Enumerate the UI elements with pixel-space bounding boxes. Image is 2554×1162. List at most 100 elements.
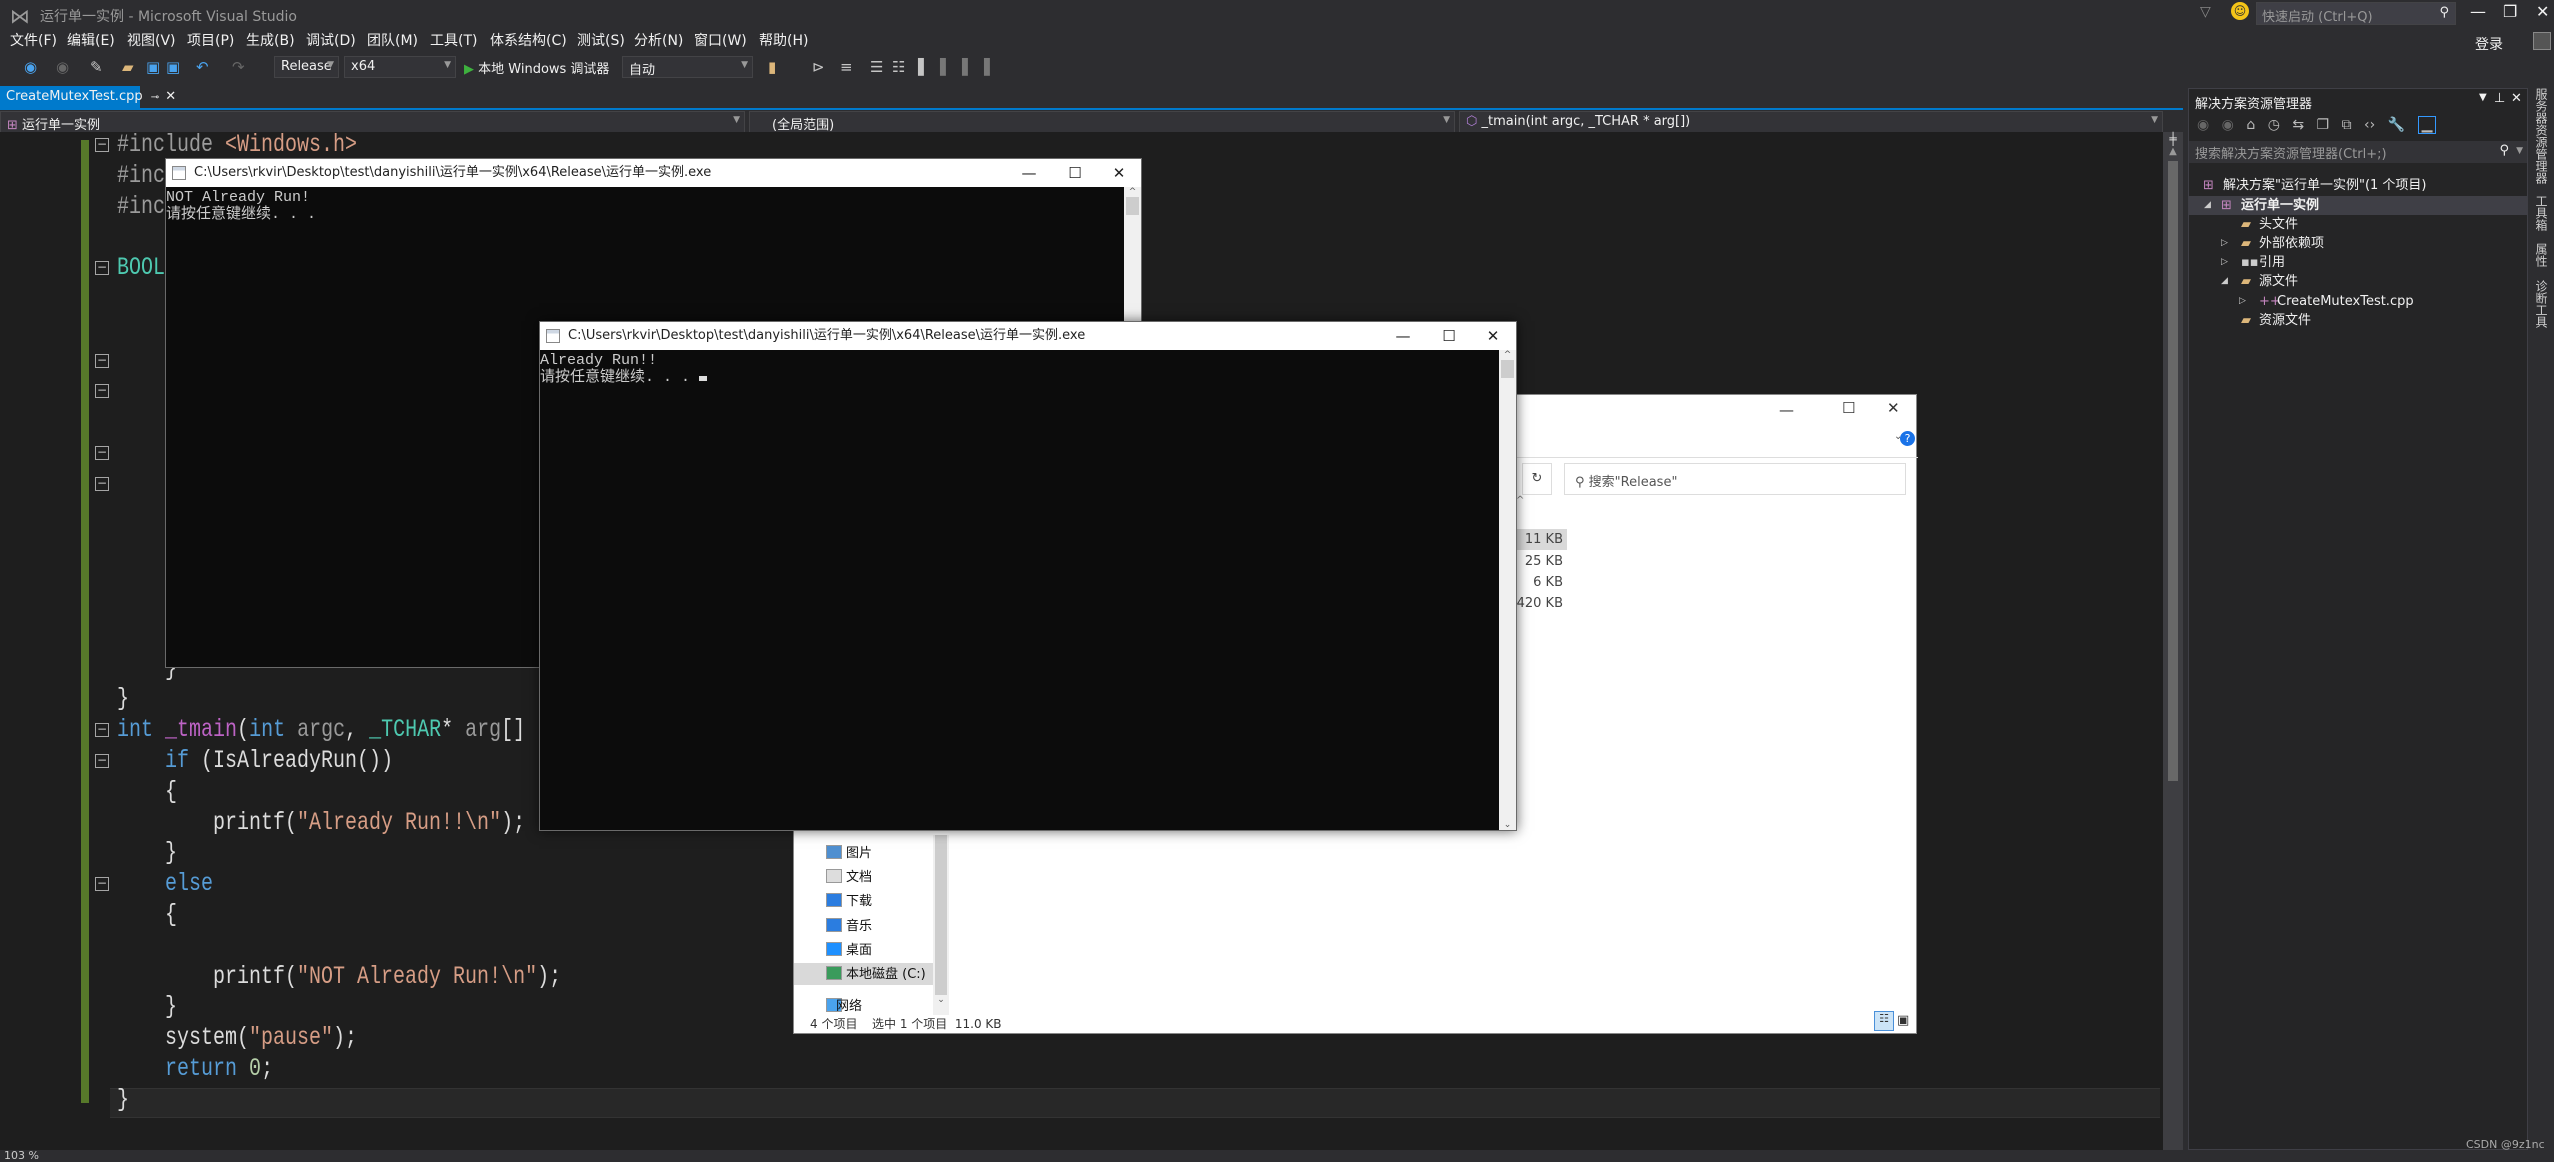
- nav-item-1[interactable]: 文档: [846, 866, 872, 885]
- console-scrollbar[interactable]: ^ ⌄: [1499, 350, 1516, 830]
- zoom-level[interactable]: 103 %: [4, 1149, 39, 1162]
- scroll-thumb[interactable]: [2168, 161, 2178, 781]
- undo-icon[interactable]: ↶: [196, 58, 209, 76]
- forward-icon[interactable]: ◉: [56, 58, 69, 76]
- platform-dropdown[interactable]: x64 ▼: [344, 56, 456, 78]
- show-all-files-icon[interactable]: ⧉: [2342, 117, 2352, 133]
- minimize-button[interactable]: —: [2470, 2, 2486, 21]
- help-icon[interactable]: ?: [1900, 431, 1915, 446]
- menu-item-2[interactable]: 视图(V): [127, 30, 176, 50]
- menu-item-7[interactable]: 工具(T): [430, 30, 477, 50]
- console-minimize-button[interactable]: —: [1006, 159, 1052, 187]
- fold-toggle-icon[interactable]: −: [95, 138, 109, 152]
- menu-item-4[interactable]: 生成(B): [246, 30, 295, 50]
- explorer-minimize-button[interactable]: —: [1779, 401, 1794, 419]
- menu-item-9[interactable]: 测试(S): [577, 30, 625, 50]
- tab-createmutextest-cpp[interactable]: CreateMutexTest.cpp ⊸ ✕: [0, 86, 176, 109]
- scroll-thumb[interactable]: [1501, 360, 1514, 378]
- tree-item-label[interactable]: 引用: [2259, 253, 2285, 272]
- avatar[interactable]: [2533, 32, 2551, 50]
- quick-launch-input[interactable]: 快速启动 (Ctrl+Q) ⚲: [2256, 2, 2456, 25]
- side-tab-3[interactable]: 诊断工具: [2534, 280, 2550, 328]
- save-all-icon[interactable]: ▣: [166, 58, 180, 76]
- scroll-up-icon[interactable]: ▲: [2163, 146, 2183, 157]
- comment-icon[interactable]: ☰: [870, 58, 883, 76]
- refresh-button[interactable]: ↻: [1522, 463, 1552, 495]
- console-maximize-button[interactable]: ☐: [1052, 159, 1098, 187]
- console-window-2[interactable]: C:\Users\rkvir\Desktop\test\danyishili\运…: [539, 321, 1517, 831]
- scroll-up-icon[interactable]: ^: [1124, 187, 1141, 197]
- fold-toggle-icon[interactable]: −: [95, 754, 109, 768]
- nav-pane-scrollbar[interactable]: ⌄: [933, 835, 949, 1015]
- close-button[interactable]: ✕: [2536, 2, 2549, 21]
- menu-item-10[interactable]: 分析(N): [634, 30, 683, 50]
- se-search-input[interactable]: 搜索解决方案资源管理器(Ctrl+;) ⚲ ▼: [2189, 141, 2527, 163]
- tree-item-label[interactable]: 外部依赖项: [2259, 234, 2324, 253]
- menu-item-1[interactable]: 编辑(E): [67, 30, 115, 50]
- console-close-button[interactable]: ✕: [1470, 322, 1516, 350]
- collapse-all-icon[interactable]: ❐: [2317, 117, 2330, 133]
- debug-mode-dropdown[interactable]: 自动 ▼: [622, 56, 753, 78]
- large-icons-view-button[interactable]: ▣: [1897, 1013, 1909, 1028]
- pending-changes-icon[interactable]: ◷: [2268, 117, 2280, 133]
- tree-item-label[interactable]: CreateMutexTest.cpp: [2277, 292, 2414, 311]
- home-icon[interactable]: ⌂: [2246, 117, 2255, 133]
- scroll-thumb[interactable]: [1126, 197, 1139, 215]
- tree-item-label[interactable]: 解决方案"运行单一实例"(1 个项目): [2223, 176, 2427, 195]
- nav-item-0[interactable]: 图片: [846, 842, 872, 861]
- nav-item-6[interactable]: 网络: [836, 995, 862, 1014]
- view-code-icon[interactable]: ‹›: [2364, 117, 2375, 133]
- menu-item-11[interactable]: 窗口(W): [694, 30, 747, 50]
- member-dropdown[interactable]: ⬡ _tmain(int argc, _TCHAR * arg[]) ▼: [1459, 111, 2163, 133]
- scroll-down-icon[interactable]: ⌄: [1499, 820, 1516, 830]
- project-scope-dropdown[interactable]: ⊞ 运行单一实例 ▼: [0, 111, 745, 133]
- close-tab-icon[interactable]: ✕: [165, 89, 176, 104]
- fold-toggle-icon[interactable]: −: [95, 261, 109, 276]
- find-in-files-icon[interactable]: ▮: [768, 58, 776, 76]
- chevron-down-icon[interactable]: ▼: [2516, 146, 2523, 156]
- redo-icon[interactable]: ↷: [232, 58, 245, 76]
- preview-icon[interactable]: ▁: [2417, 116, 2437, 134]
- notification-filter-icon[interactable]: ▽: [2200, 4, 2211, 20]
- fold-toggle-icon[interactable]: −: [95, 353, 109, 368]
- pin-icon[interactable]: ⊥: [2494, 91, 2505, 106]
- expand-arrow-icon[interactable]: ▷: [2239, 292, 2246, 311]
- nav-item-4[interactable]: 桌面: [846, 939, 872, 958]
- panel-options-icon[interactable]: ▼: [2479, 92, 2487, 103]
- console-title-bar[interactable]: C:\Users\rkvir\Desktop\test\danyishili\运…: [166, 159, 1141, 187]
- nav-item-3[interactable]: 音乐: [846, 915, 872, 934]
- indent-icon[interactable]: ≡: [840, 58, 853, 76]
- config-dropdown[interactable]: Release ▼: [274, 56, 339, 78]
- menu-item-6[interactable]: 团队(M): [367, 30, 418, 50]
- details-view-button[interactable]: ☷: [1874, 1011, 1894, 1031]
- properties-icon[interactable]: 🔧: [2388, 117, 2405, 133]
- start-debugging-button[interactable]: ▶ 本地 Windows 调试器: [464, 58, 609, 77]
- console-maximize-button[interactable]: ☐: [1426, 322, 1472, 350]
- panel-close-icon[interactable]: ✕: [2511, 91, 2522, 106]
- menu-item-5[interactable]: 调试(D): [306, 30, 356, 50]
- console-minimize-button[interactable]: —: [1380, 322, 1426, 350]
- save-icon[interactable]: ▣: [146, 58, 160, 76]
- global-scope-dropdown[interactable]: (全局范围) ▼: [749, 111, 1455, 133]
- explorer-close-button[interactable]: ✕: [1887, 399, 1900, 417]
- sync-icon[interactable]: ⇆: [2292, 117, 2304, 133]
- back-icon[interactable]: ◉: [2197, 117, 2209, 133]
- expand-arrow-icon[interactable]: ◢: [2221, 272, 2228, 291]
- bookmark-icon[interactable]: ▌: [918, 58, 930, 76]
- forward-icon[interactable]: ◉: [2222, 117, 2234, 133]
- side-tab-1[interactable]: 工具箱: [2534, 195, 2550, 231]
- fold-toggle-icon[interactable]: −: [95, 384, 109, 399]
- side-tab-0[interactable]: 服务器资源管理器: [2534, 88, 2550, 184]
- tree-item-label[interactable]: 运行单一实例: [2241, 196, 2319, 215]
- split-icon[interactable]: ╪: [2163, 132, 2183, 146]
- side-tab-2[interactable]: 属性: [2534, 243, 2550, 267]
- nav-item-2[interactable]: 下载: [846, 890, 872, 909]
- open-file-icon[interactable]: ▰: [122, 58, 134, 76]
- fold-toggle-icon[interactable]: −: [95, 723, 109, 738]
- tree-item-label[interactable]: 头文件: [2259, 215, 2298, 234]
- menu-item-0[interactable]: 文件(F): [10, 30, 57, 50]
- expand-arrow-icon[interactable]: ▷: [2221, 253, 2228, 272]
- scroll-up-icon[interactable]: ^: [1499, 350, 1516, 360]
- fold-toggle-icon[interactable]: −: [95, 476, 109, 491]
- sign-in-link[interactable]: 登录: [2475, 34, 2503, 54]
